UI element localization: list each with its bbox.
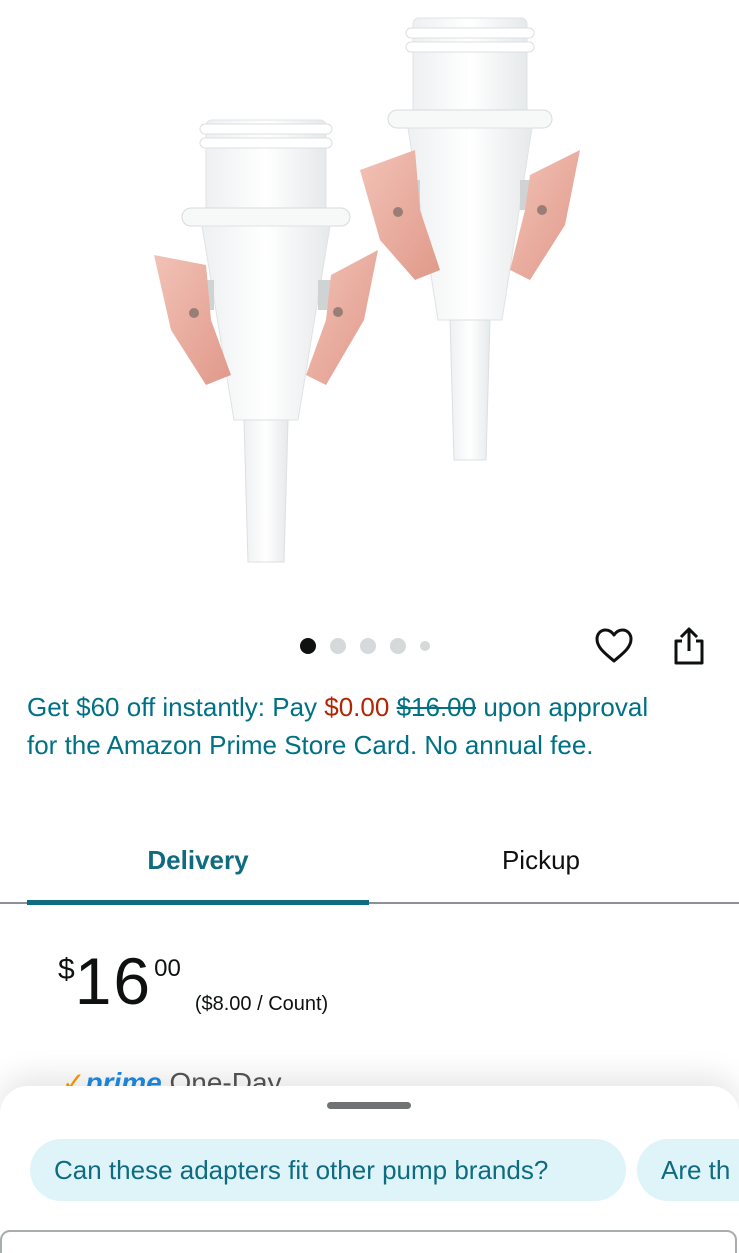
breast-pump-adapters-image <box>154 17 580 563</box>
carousel-dot-1[interactable] <box>300 638 316 654</box>
carousel-dot-5[interactable] <box>420 641 430 651</box>
promo-old-price: $16.00 <box>396 692 477 722</box>
suggested-question-chip[interactable]: Can these adapters fit other pump brands… <box>30 1139 626 1201</box>
tab-delivery-label: Delivery <box>147 844 249 875</box>
price-whole: 16 <box>74 944 153 1018</box>
promo-new-price: $0.00 <box>324 692 390 722</box>
price-fraction: 00 <box>154 955 181 982</box>
adapter-front <box>154 119 378 563</box>
promo-prefix: Get $60 off instantly: Pay <box>27 692 325 722</box>
carousel-dot-4[interactable] <box>390 638 406 654</box>
carousel-dot-2[interactable] <box>330 638 346 654</box>
prime-card-promo[interactable]: Get $60 off instantly: Pay $0.00 $16.00 … <box>27 688 667 764</box>
selected-tab-indicator <box>27 900 369 905</box>
fulfillment-tabs: Delivery Pickup <box>0 820 739 905</box>
share-icon <box>674 627 704 665</box>
carousel-dot-3[interactable] <box>360 638 376 654</box>
suggested-question-chip[interactable]: Are th <box>637 1139 739 1201</box>
product-image[interactable] <box>0 0 739 600</box>
price-block: $ 16 00 ($8.00 / Count) <box>58 945 328 1017</box>
adapter-back <box>360 17 580 461</box>
share-button[interactable] <box>667 624 711 668</box>
tab-pickup-label: Pickup <box>501 844 581 875</box>
heart-icon <box>595 628 633 663</box>
question-input[interactable] <box>0 1230 737 1253</box>
wishlist-button[interactable] <box>592 624 636 668</box>
product-page: Get $60 off instantly: Pay $0.00 $16.00 … <box>0 0 739 1253</box>
suggested-question-text: Are th <box>661 1154 731 1185</box>
price-symbol: $ <box>58 953 75 986</box>
tab-delivery[interactable]: Delivery <box>27 820 369 900</box>
sheet-drag-handle[interactable] <box>327 1102 411 1109</box>
ask-rufus-bottom-sheet[interactable]: Can these adapters fit other pump brands… <box>0 1086 739 1253</box>
unit-price: ($8.00 / Count) <box>194 993 329 1015</box>
suggested-question-text: Can these adapters fit other pump brands… <box>54 1154 549 1185</box>
image-carousel-dots[interactable] <box>300 638 430 654</box>
tab-pickup[interactable]: Pickup <box>370 820 712 900</box>
